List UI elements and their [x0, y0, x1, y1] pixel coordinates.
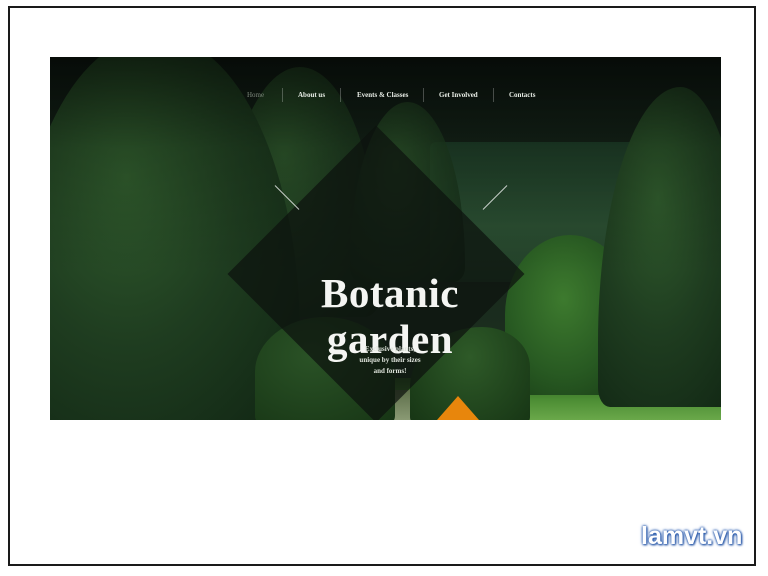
- nav-about-us[interactable]: About us: [298, 87, 325, 103]
- subtitle-line-2: unique by their sizes: [359, 356, 421, 364]
- watermark-logo: lamvt.vn: [641, 522, 743, 550]
- hero-section: Home About us Events & Classes Get Invol…: [50, 57, 721, 420]
- nav-home[interactable]: Home: [247, 87, 264, 103]
- nav-divider: [423, 88, 424, 102]
- nav-events-classes[interactable]: Events & Classes: [357, 87, 408, 103]
- nav-divider: [340, 88, 341, 102]
- nav-divider: [282, 88, 283, 102]
- nav-contacts[interactable]: Contacts: [509, 87, 535, 103]
- hero-subtitle: Exclusive plants, unique by their sizes …: [340, 344, 440, 377]
- nav-get-involved[interactable]: Get Involved: [439, 87, 478, 103]
- title-line-1: Botanic: [321, 270, 459, 317]
- nav-divider: [493, 88, 494, 102]
- scroll-down-arrow-icon[interactable]: [437, 396, 479, 420]
- subtitle-line-1: Exclusive plants,: [364, 345, 416, 353]
- subtitle-line-3: and forms!: [373, 367, 407, 375]
- main-navigation: Home About us Events & Classes Get Invol…: [50, 87, 721, 103]
